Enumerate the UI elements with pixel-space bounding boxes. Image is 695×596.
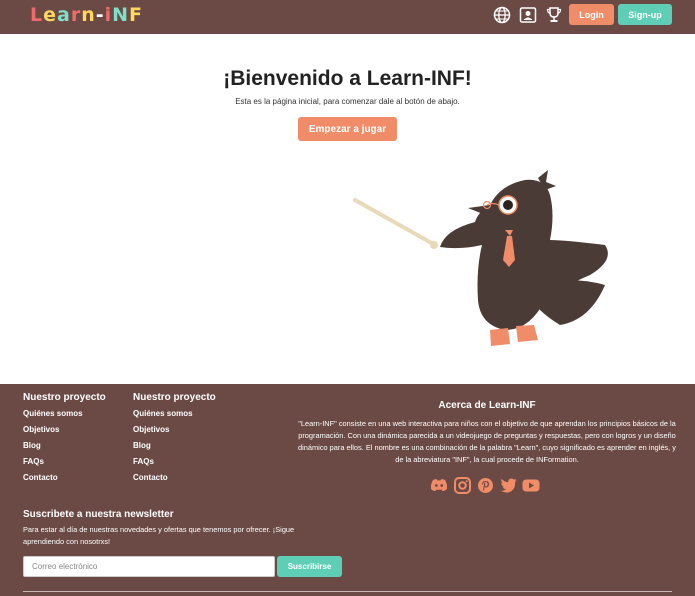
logo-letter: r bbox=[70, 4, 82, 26]
logo-letter: i bbox=[104, 4, 113, 26]
footer-link-blog[interactable]: Blog bbox=[23, 439, 106, 455]
about-title: Acerca de Learn-INF bbox=[438, 400, 536, 411]
globe-icon[interactable] bbox=[492, 5, 512, 25]
logo-letter: n bbox=[81, 4, 96, 26]
about-text: "Learn-INF" consiste en una web interact… bbox=[298, 419, 676, 464]
newsletter-text: Para estar al día de nuestras novedades … bbox=[23, 525, 295, 546]
footer-link-who-we-are[interactable]: Quiénes somos bbox=[23, 407, 106, 423]
footer-column-project-1: Nuestro proyecto Quiénes somos Objetivos… bbox=[23, 392, 106, 487]
footer-link-contact[interactable]: Contacto bbox=[133, 471, 216, 487]
youtube-icon[interactable] bbox=[522, 476, 540, 494]
pinterest-icon[interactable] bbox=[476, 476, 494, 494]
logo-letter: F bbox=[129, 4, 144, 26]
profile-card-icon[interactable] bbox=[518, 5, 538, 25]
signup-button[interactable]: Sign-up bbox=[618, 4, 672, 25]
logo-letter: N bbox=[112, 4, 130, 26]
site-header: Learn-iNF Login Sign-up bbox=[0, 0, 695, 34]
newsletter-title: Suscribete a nuestra newsletter bbox=[23, 509, 174, 520]
subscribe-button[interactable]: Suscribirse bbox=[277, 556, 342, 577]
site-footer: Nuestro proyecto Quiénes somos Objetivos… bbox=[0, 384, 695, 596]
footer-link-faqs[interactable]: FAQs bbox=[23, 455, 106, 471]
footer-link-objectives[interactable]: Objetivos bbox=[133, 423, 216, 439]
social-links bbox=[430, 476, 540, 494]
newsletter-email-input[interactable] bbox=[23, 556, 275, 577]
footer-column-project-2: Nuestro proyecto Quiénes somos Objetivos… bbox=[133, 392, 216, 487]
hero-subtitle: Esta es la página inicial, para comenzar… bbox=[235, 97, 460, 106]
footer-link-contact[interactable]: Contacto bbox=[23, 471, 106, 487]
header-icons bbox=[492, 5, 564, 25]
about-section: Acerca de Learn-INF "Learn-INF" consiste… bbox=[298, 400, 676, 466]
footer-link-blog[interactable]: Blog bbox=[133, 439, 216, 455]
logo-letter: e bbox=[43, 4, 57, 26]
footer-link-faqs[interactable]: FAQs bbox=[133, 455, 216, 471]
footer-divider bbox=[23, 591, 672, 592]
teacher-bird-illustration bbox=[350, 150, 620, 350]
discord-icon[interactable] bbox=[430, 476, 448, 494]
twitter-icon[interactable] bbox=[499, 476, 517, 494]
hero-title: ¡Bienvenido a Learn-INF! bbox=[223, 67, 472, 90]
learn-inf-logo[interactable]: Learn-iNF bbox=[30, 5, 143, 25]
start-game-button[interactable]: Empezar a jugar bbox=[298, 117, 397, 141]
login-button[interactable]: Login bbox=[569, 4, 614, 25]
footer-link-objectives[interactable]: Objetivos bbox=[23, 423, 106, 439]
logo-letter: L bbox=[30, 4, 44, 26]
footer-column-title: Nuestro proyecto bbox=[133, 392, 216, 403]
footer-column-title: Nuestro proyecto bbox=[23, 392, 106, 403]
footer-link-who-we-are[interactable]: Quiénes somos bbox=[133, 407, 216, 423]
trophy-icon[interactable] bbox=[544, 5, 564, 25]
logo-letter: a bbox=[57, 4, 71, 26]
logo-letter: - bbox=[95, 4, 105, 26]
instagram-icon[interactable] bbox=[453, 476, 471, 494]
